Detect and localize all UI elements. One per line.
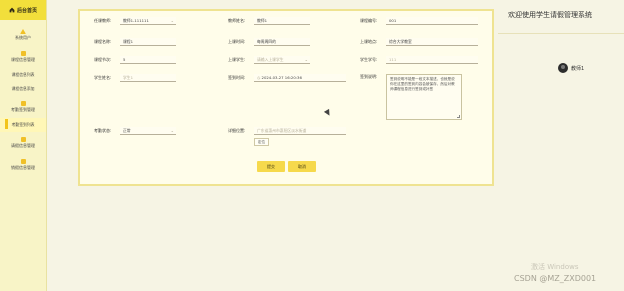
locate-button[interactable]: 定位 (254, 138, 269, 146)
sidebar-item-cancel-leave-management[interactable]: 销假信息管理 (0, 154, 46, 176)
sidebar-subitem-checkin-list[interactable]: 考勤签到列表 (0, 118, 46, 132)
chevron-down-icon: ⌄ (170, 128, 174, 133)
checkin-note-textarea[interactable]: 签到说明不能是一段文本描述，也就是说你在这里的签到内容会被保存，然后对教师课程信… (386, 74, 462, 120)
teacher-no-value: 教师1-111111 (123, 17, 149, 23)
sidebar: 后台首页 系统用户 课程信息管理 课程信息列表 课程信息添加 考勤签到管理 考勤… (0, 0, 47, 291)
sidebar-item-system-users[interactable]: 系统用户 (0, 24, 46, 46)
windows-activation-watermark: 激活 Windows (531, 263, 579, 271)
submit-button[interactable]: 提交 (257, 161, 285, 172)
student-name-label: 学生姓名: (94, 75, 112, 80)
class-time-label: 上课时间: (228, 39, 246, 44)
lessons-field: 课程节次: 5 (94, 56, 176, 64)
location-field: 详细位置: 广东省惠州市惠阳区淡水街道 (228, 127, 346, 135)
lessons-input[interactable]: 5 (120, 56, 176, 64)
csdn-watermark: CSDN @MZ_ZXD001 (514, 274, 597, 283)
student-name-input[interactable]: 学生1 (120, 74, 176, 82)
class-student-select[interactable]: 请输入上课学生 ⌄ (254, 56, 310, 64)
sidebar-subitem-label: 课程信息添加 (11, 86, 35, 91)
checkin-note-field: 签到说明: 签到说明不能是一段文本描述，也就是说你在这里的签到内容会被保存，然后… (360, 74, 462, 120)
lessons-label: 课程节次: (94, 57, 112, 62)
teacher-no-field: 任课教师: 教师1-111111 ⌄ (94, 17, 176, 25)
class-time-field: 上课时间: 每周周四的 (228, 38, 310, 46)
cancel-leave-icon (20, 159, 26, 164)
sidebar-item-label: 课程信息管理 (11, 57, 35, 62)
sidebar-subitem-label: 考勤签到列表 (4, 119, 35, 129)
sidebar-item-leave-management[interactable]: 请假信息管理 (0, 132, 46, 154)
sidebar-item-label: 请假信息管理 (11, 143, 35, 148)
status-field: 考勤状态: 正常 ⌄ (94, 127, 176, 135)
class-student-value: 请输入上课学生 (257, 56, 284, 62)
sidebar-subitem-course-list[interactable]: 课程信息列表 (0, 68, 46, 82)
checkin-note-value: 签到说明不能是一段文本描述，也就是说你在这里的签到内容会被保存，然后对教师课程信… (390, 77, 455, 91)
student-no-label: 学生学号: (360, 57, 378, 62)
class-place-field: 上课地点: 综合大学教室 (360, 38, 478, 46)
checkin-note-label: 签到说明: (360, 74, 378, 79)
student-no-field: 学生学号: 111 (360, 56, 478, 64)
home-icon (9, 7, 15, 13)
teacher-name-input[interactable]: 教师1 (254, 17, 310, 25)
location-label: 详细位置: (228, 128, 246, 133)
sidebar-item-course-management[interactable]: 课程信息管理 (0, 46, 46, 68)
teacher-name-field: 教师姓名: 教师1 (228, 17, 310, 25)
checkin-time-value: 2024-03-27 16:20:36 (261, 75, 302, 80)
student-name-field: 学生姓名: 学生1 (94, 74, 176, 82)
course-name-input[interactable]: 课程1 (120, 38, 176, 46)
checkin-form-panel: 任课教师: 教师1-111111 ⌄ 教师姓名: 教师1 课程编号: 001 课程… (78, 9, 494, 186)
sidebar-item-label: 系统用户 (15, 35, 31, 40)
sidebar-subitem-label: 课程信息列表 (11, 72, 35, 77)
header-divider (498, 33, 624, 34)
checkin-icon (20, 101, 26, 106)
status-select[interactable]: 正常 ⌄ (120, 127, 176, 135)
home-logo[interactable]: 后台首页 (0, 0, 46, 20)
class-student-label: 上课学生: (228, 57, 246, 62)
user-icon (20, 29, 26, 34)
sidebar-subitem-course-add[interactable]: 课程信息添加 (0, 82, 46, 96)
cancel-button[interactable]: 取消 (288, 161, 316, 172)
course-name-label: 课程名称: (94, 39, 112, 44)
leave-icon (20, 137, 26, 142)
checkin-time-input[interactable]: ◷ 2024-03-27 16:20:36 (254, 74, 346, 82)
course-no-field: 课程编号: 001 (360, 17, 478, 25)
class-place-label: 上课地点: (360, 39, 378, 44)
chevron-down-icon: ⌄ (304, 57, 308, 62)
course-no-input[interactable]: 001 (386, 17, 478, 25)
resize-handle-icon[interactable] (457, 115, 460, 118)
sidebar-item-checkin-management[interactable]: 考勤签到管理 (0, 96, 46, 118)
class-place-input[interactable]: 综合大学教室 (386, 38, 478, 46)
checkin-time-label: 签到时间: (228, 75, 246, 80)
course-icon (20, 51, 26, 56)
teacher-no-select[interactable]: 教师1-111111 ⌄ (120, 17, 176, 25)
logo-label: 后台首页 (16, 7, 37, 14)
class-student-field: 上课学生: 请输入上课学生 ⌄ (228, 56, 310, 64)
class-time-input[interactable]: 每周周四的 (254, 38, 310, 46)
student-no-input[interactable]: 111 (386, 56, 478, 64)
user-menu[interactable]: 教师1 (558, 63, 584, 73)
avatar (558, 63, 568, 73)
status-value: 正常 (123, 127, 131, 133)
teacher-name-label: 教师姓名: (228, 18, 246, 23)
course-no-label: 课程编号: (360, 18, 378, 23)
location-input[interactable]: 广东省惠州市惠阳区淡水街道 (254, 127, 346, 135)
status-label: 考勤状态: (94, 128, 112, 133)
sidebar-item-label: 考勤签到管理 (11, 107, 35, 112)
chevron-down-icon: ⌄ (170, 18, 174, 23)
sidebar-item-label: 销假信息管理 (11, 165, 35, 170)
username: 教师1 (571, 65, 585, 72)
checkin-time-field: 签到时间: ◷ 2024-03-27 16:20:36 (228, 74, 346, 82)
teacher-no-label: 任课教师: (94, 18, 112, 23)
welcome-title: 欢迎使用学生请假管理系统 (508, 11, 592, 19)
course-name-field: 课程名称: 课程1 (94, 38, 176, 46)
